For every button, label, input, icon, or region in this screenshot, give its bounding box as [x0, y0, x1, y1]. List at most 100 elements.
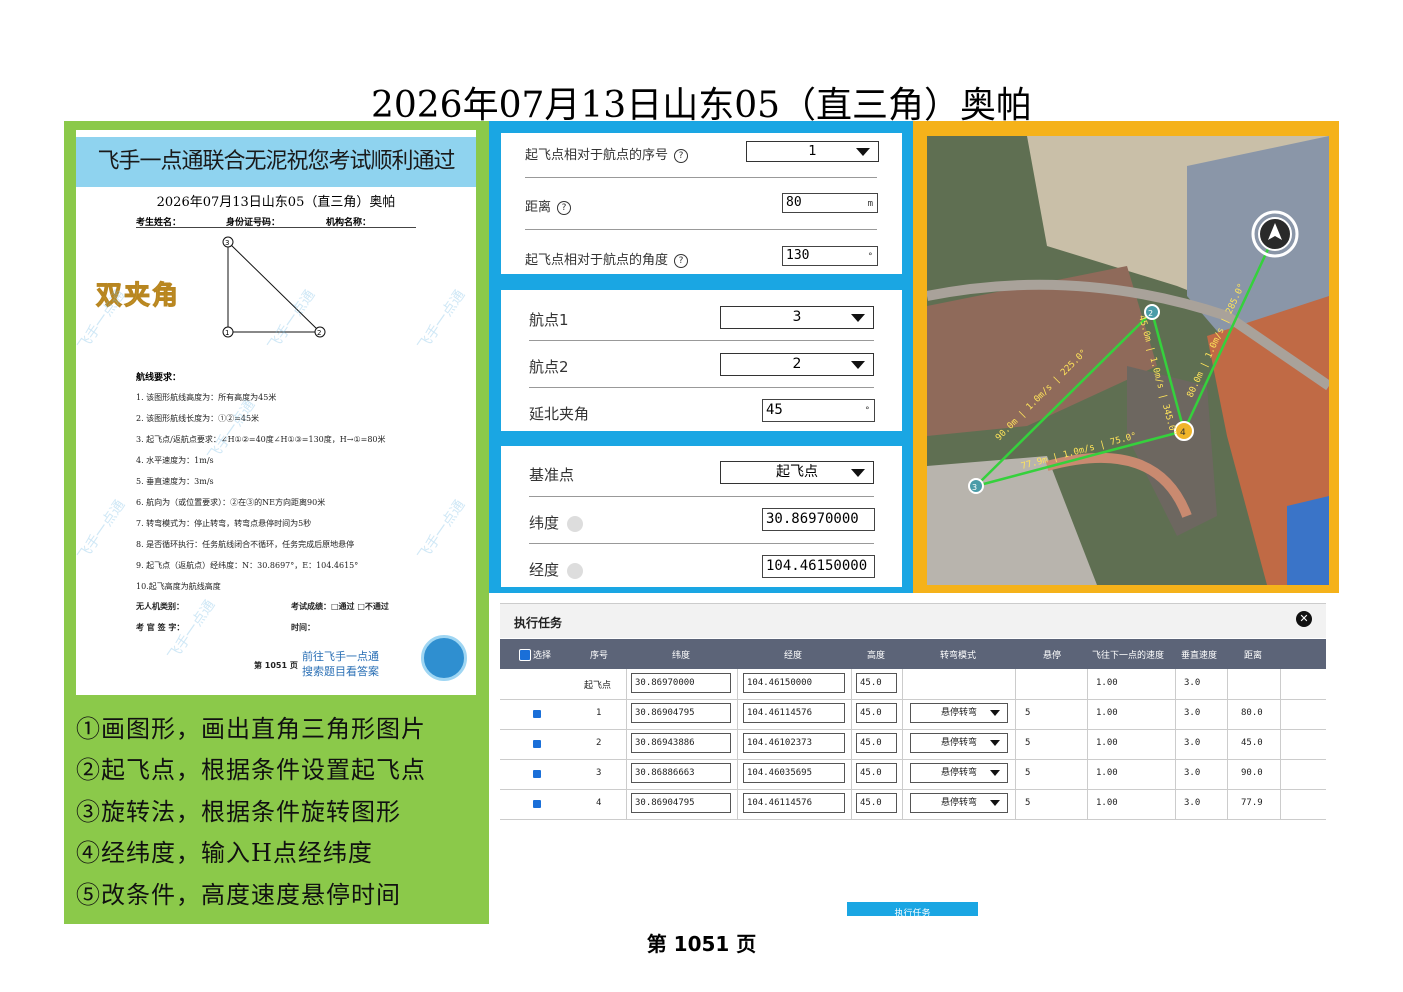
table-row[interactable]: 3 30.86886663 104.46035695 45.0 悬停转弯 5 1…	[500, 759, 1326, 790]
requirement-item: 5. 垂直速度为：3m/s	[136, 477, 214, 486]
close-icon[interactable]: ✕	[1296, 611, 1312, 627]
divider	[525, 229, 877, 230]
divider	[529, 340, 874, 341]
step-2: ②起飞点，根据条件设置起飞点	[76, 756, 426, 784]
cell-turn-select[interactable]: 悬停转弯	[910, 793, 1008, 813]
rotation-card: 航点1 3 航点2 2 延北夹角 45 °	[501, 290, 902, 431]
step-5: ⑤改条件，高度速度悬停时间	[76, 881, 401, 909]
seq-row: 起飞点相对于航点的序号?	[525, 144, 689, 163]
divider	[525, 177, 877, 178]
cell-distance: 80.0	[1241, 708, 1263, 718]
cell-vspeed: 3.0	[1184, 768, 1201, 778]
waypoint1-select[interactable]: 3	[720, 306, 874, 329]
table-row[interactable]: 4 30.86904795 104.46114576 45.0 悬停转弯 5 1…	[500, 789, 1326, 820]
table-row[interactable]: 起飞点 30.86970000 104.46150000 45.0 1.00 3…	[500, 669, 1326, 700]
dist-row: 距离?	[525, 196, 572, 215]
cell-seq: 起飞点	[584, 681, 612, 691]
cell-lon-input[interactable]: 104.46150000	[743, 673, 845, 693]
col-seq: 序号	[590, 651, 609, 661]
watermark: 飞手一点通	[76, 497, 129, 564]
angle-input[interactable]: 130 °	[782, 246, 878, 266]
cell-lat-input[interactable]: 30.86886663	[631, 763, 731, 783]
cell-alt-input[interactable]: 45.0	[856, 793, 897, 813]
page-number: 第 1051 页	[646, 932, 757, 956]
execute-task-button[interactable]: 执行任务	[847, 902, 978, 916]
divider	[529, 496, 874, 497]
latitude-value: 30.86970000	[766, 511, 859, 527]
row-checkbox[interactable]	[533, 800, 541, 808]
row-checkbox[interactable]	[533, 710, 541, 718]
help-icon[interactable]: ?	[674, 253, 689, 268]
angle-value: 130	[786, 248, 810, 263]
latitude-icon	[567, 515, 584, 532]
cell-alt-input[interactable]: 45.0	[856, 673, 897, 693]
cell-alt-input[interactable]: 45.0	[856, 703, 897, 723]
cell-lon-input[interactable]: 104.46114576	[743, 793, 845, 813]
turn-value: 悬停转弯	[940, 768, 977, 778]
col-speed: 飞往下一点的速度	[1092, 651, 1165, 661]
cell-distance: 45.0	[1241, 738, 1263, 748]
segment-label: 90.0m | 1.0m/s | 225.0°	[994, 348, 1089, 443]
task-title: 执行任务	[514, 616, 563, 630]
exam-paper-panel: 飞手一点通联合无泥祝您考试顺利通过 2026年07月13日山东05（直三角）奥帕…	[64, 121, 489, 924]
cell-alt-input[interactable]: 45.0	[856, 763, 897, 783]
cell-lat-input[interactable]: 30.86904795	[631, 793, 731, 813]
angle-row: 起飞点相对于航点的角度?	[525, 249, 689, 268]
satellite-map[interactable]: 2 3 4 80.0m | 1.0m/s | 285.0° 45.0m | 1.…	[927, 136, 1329, 585]
cell-turn-select[interactable]: 悬停转弯	[910, 703, 1008, 723]
north-angle-unit: °	[864, 406, 870, 416]
map-label-p4: 4	[1180, 428, 1186, 438]
map-panel: 2 3 4 80.0m | 1.0m/s | 285.0° 45.0m | 1.…	[913, 121, 1339, 593]
requirements-heading: 航线要求：	[136, 373, 182, 383]
qr-code-icon[interactable]	[421, 635, 467, 681]
chevron-down-icon	[990, 710, 1000, 716]
col-hover: 悬停	[1043, 651, 1062, 661]
waypoint1-label: 航点1	[529, 311, 569, 329]
col-lon: 经度	[784, 651, 803, 661]
exam-time: 时间：	[291, 623, 315, 632]
col-select: 选择	[533, 651, 552, 661]
exam-paper: 飞手一点通联合无泥祝您考试顺利通过 2026年07月13日山东05（直三角）奥帕…	[76, 130, 476, 695]
takeoff-relative-card: 起飞点相对于航点的序号? 1 距离? 80 m 起飞点相对于航点的角度? 130 °	[501, 133, 902, 274]
cell-hover: 5	[1025, 738, 1031, 748]
cell-lat-input[interactable]: 30.86904795	[631, 703, 731, 723]
waypoint2-select[interactable]: 2	[720, 353, 874, 376]
requirement-item: 7. 转弯模式为：停止转弯，转弯点悬停时间为5秒	[136, 519, 312, 528]
distance-input[interactable]: 80 m	[782, 193, 878, 213]
svg-text:2: 2	[317, 329, 321, 337]
help-icon[interactable]: ?	[674, 148, 689, 163]
table-row[interactable]: 1 30.86904795 104.46114576 45.0 悬停转弯 5 1…	[500, 699, 1326, 730]
route-overlay: 2 3 4 80.0m | 1.0m/s | 285.0° 45.0m | 1.…	[968, 210, 1299, 494]
cell-hover: 5	[1025, 798, 1031, 808]
select-all-checkbox[interactable]	[519, 649, 531, 661]
cell-lat-input[interactable]: 30.86943886	[631, 733, 731, 753]
cell-turn-select[interactable]: 悬停转弯	[910, 733, 1008, 753]
longitude-input[interactable]: 104.46150000	[762, 555, 875, 578]
cell-lat-input[interactable]: 30.86970000	[631, 673, 731, 693]
row-checkbox[interactable]	[533, 770, 541, 778]
cell-lon-input[interactable]: 104.46102373	[743, 733, 845, 753]
cell-lon-input[interactable]: 104.46114576	[743, 703, 845, 723]
cell-turn-select[interactable]: 悬停转弯	[910, 763, 1008, 783]
lat-row: 纬度	[529, 512, 584, 533]
base-point-value: 起飞点	[776, 464, 818, 480]
step-4: ④经纬度，输入H点经纬度	[76, 839, 373, 867]
home-marker-icon[interactable]	[1251, 210, 1299, 258]
cell-lon-input[interactable]: 104.46035695	[743, 763, 845, 783]
cell-vspeed: 3.0	[1184, 798, 1201, 808]
latitude-input[interactable]: 30.86970000	[762, 508, 875, 531]
cell-hover: 5	[1025, 708, 1031, 718]
paper-title: 2026年07月13日山东05（直三角）奥帕	[156, 195, 396, 210]
coordinate-card: 基准点 起飞点 纬度 30.86970000 经度 104.46150000	[501, 446, 902, 587]
table-row[interactable]: 2 30.86943886 104.46102373 45.0 悬停转弯 5 1…	[500, 729, 1326, 760]
seq-select[interactable]: 1	[746, 141, 879, 162]
cell-alt-input[interactable]: 45.0	[856, 733, 897, 753]
north-angle-input[interactable]: 45 °	[762, 399, 875, 422]
chevron-down-icon	[851, 313, 865, 322]
chevron-down-icon	[851, 360, 865, 369]
help-icon[interactable]: ?	[557, 200, 572, 215]
base-point-select[interactable]: 起飞点	[720, 461, 874, 484]
waypoint2-label: 航点2	[529, 358, 569, 376]
chevron-down-icon	[990, 770, 1000, 776]
row-checkbox[interactable]	[533, 740, 541, 748]
